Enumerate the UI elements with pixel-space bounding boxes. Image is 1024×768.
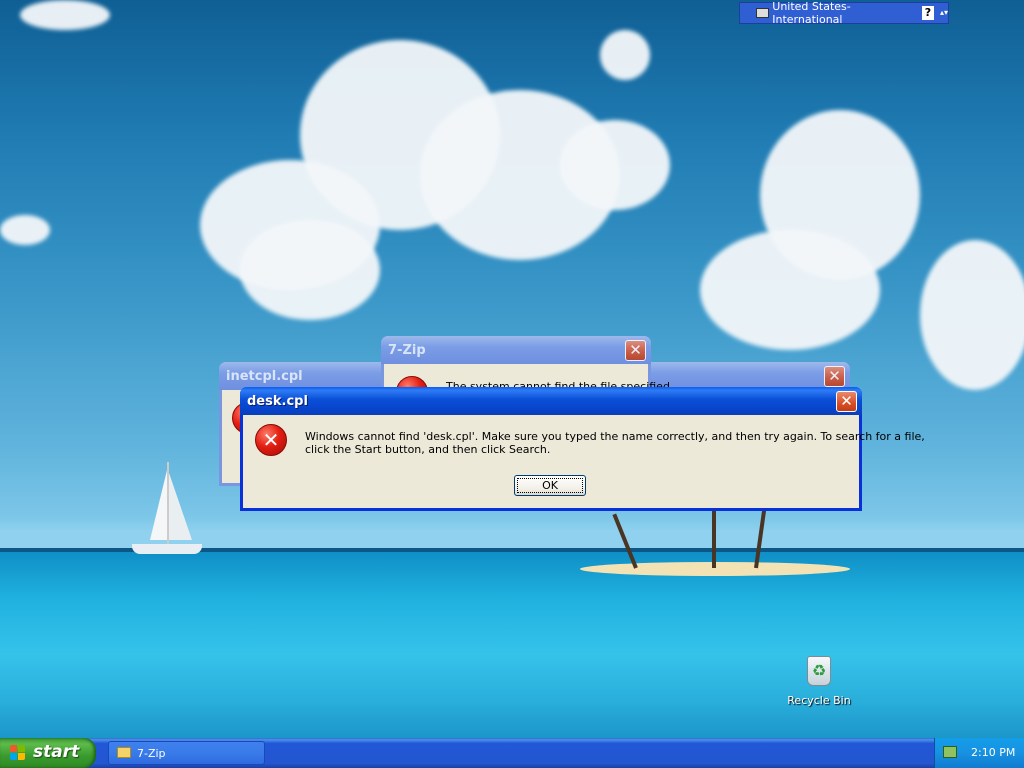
close-button[interactable]: ✕ [824,366,845,387]
system-tray: 2:10 PM [934,738,1024,768]
close-button[interactable]: ✕ [836,391,857,412]
error-message-line: click the Start button, and then click S… [305,443,551,456]
window-title: 7-Zip [388,343,426,358]
desk-cpl-dialog[interactable]: desk.cpl ✕ ✕ Windows cannot find 'desk.c… [240,387,925,511]
language-bar-options-button[interactable]: ▴▾ [940,9,948,17]
start-label: start [33,742,80,762]
cloud [700,230,880,350]
keyboard-icon [756,8,770,18]
close-button[interactable]: ✕ [625,340,646,361]
recycle-bin-icon[interactable]: ♻ Recycle Bin [784,656,854,707]
taskbar-button-label: 7-Zip [137,747,166,760]
network-icon[interactable] [943,746,957,758]
error-icon: ✕ [255,424,287,456]
error-message: Windows cannot find 'desk.cpl'. Make sur… [305,430,925,456]
language-bar[interactable]: United States-International ? ▴▾ [739,0,949,26]
recycle-bin-icon-image: ♻ [807,656,831,686]
cloud [0,215,50,245]
cloud [240,220,380,320]
recycle-bin-label: Recycle Bin [787,694,851,707]
desk-cpl-titlebar[interactable]: desk.cpl ✕ [240,387,862,415]
7zip-titlebar[interactable]: 7-Zip ✕ [381,336,651,364]
cloud [560,120,670,210]
folder-icon [117,747,131,758]
taskbar: start 7-Zip 2:10 PM [0,738,1024,768]
cloud [920,240,1024,390]
windows-logo-icon [10,745,26,761]
sea [0,552,1024,738]
error-message-line: Windows cannot find 'desk.cpl'. Make sur… [305,430,925,443]
taskbar-button-7zip[interactable]: 7-Zip [108,741,265,765]
cloud [600,30,650,80]
clock[interactable]: 2:10 PM [971,746,1015,759]
cloud [20,0,110,30]
help-icon[interactable]: ? [921,6,934,20]
window-title: inetcpl.cpl [226,369,303,384]
window-title: desk.cpl [247,394,308,409]
start-button[interactable]: start [0,738,96,768]
palm-tree [712,510,716,568]
language-label[interactable]: United States-International [772,0,912,26]
ok-button[interactable]: OK [514,475,586,496]
inetcpl-titlebar[interactable]: inetcpl.cpl [219,362,389,390]
